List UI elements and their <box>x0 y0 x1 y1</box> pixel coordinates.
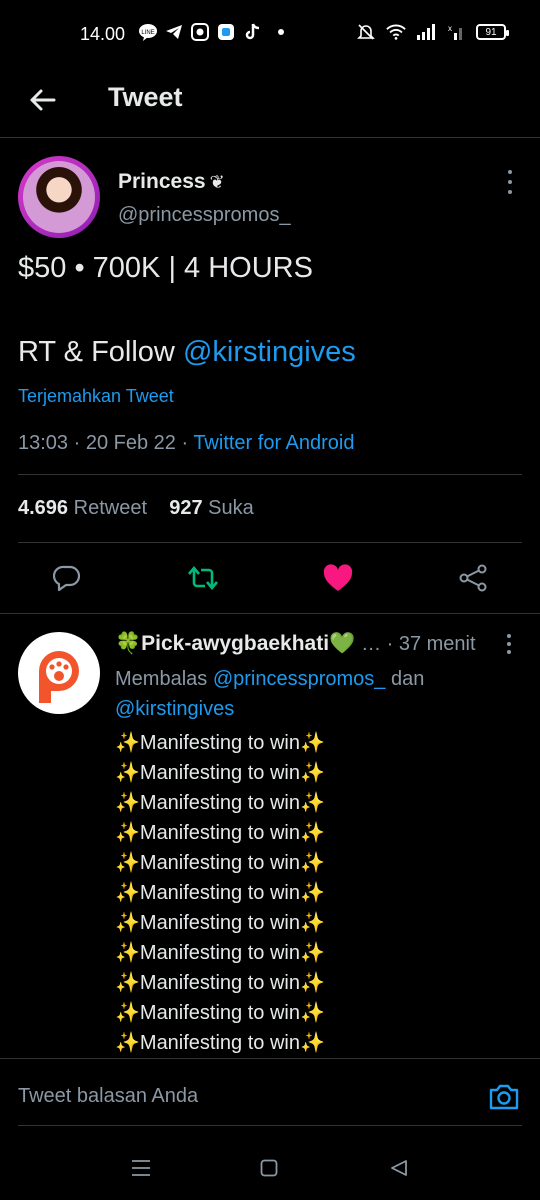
author-name-row[interactable]: Princess ❦ <box>118 170 225 194</box>
camera-icon[interactable] <box>486 1079 522 1115</box>
dot-icon <box>278 29 284 35</box>
reply-header: 🍀Pick-awygbaekhati💚 … · 37 menit <box>115 632 476 656</box>
share-icon[interactable] <box>453 558 493 598</box>
tweet-text-line2: RT & Follow @kirstingives <box>18 336 356 369</box>
reply-text-line: ✨Manifesting to win✨ <box>115 852 325 874</box>
reply-text-line: ✨Manifesting to win✨ <box>115 882 325 904</box>
reply-avatar[interactable] <box>18 632 100 714</box>
like-stat[interactable]: 927 Suka <box>169 497 254 519</box>
reply-text-line: ✨Manifesting to win✨ <box>115 942 325 964</box>
author-handle[interactable]: @princesspromos_ <box>118 204 291 227</box>
tweet-text-line1: $50 • 700K | 4 HOURS <box>18 252 313 284</box>
back-triangle-icon[interactable] <box>387 1156 411 1180</box>
reply-avatar-logo <box>39 651 79 703</box>
reply-text-line: ✨Manifesting to win✨ <box>115 822 325 844</box>
divider <box>18 542 522 543</box>
status-notification-icons: LINE <box>138 22 284 42</box>
tweet-stats: 4.696 Retweet 927 Suka <box>18 497 254 520</box>
reply-author-name[interactable]: 🍀Pick-awygbaekhati💚 <box>115 632 355 655</box>
status-time: 14.00 <box>80 24 126 44</box>
system-nav-bar <box>0 1138 540 1200</box>
reply-input[interactable]: Tweet balasan Anda <box>18 1085 198 1108</box>
like-label: Suka <box>208 497 254 519</box>
reply-text-line: ✨Manifesting to win✨ <box>115 762 325 784</box>
back-arrow-icon[interactable] <box>26 84 58 116</box>
status-system-icons: x 91 <box>356 22 509 42</box>
divider <box>0 613 540 614</box>
replying-and: dan <box>385 668 425 690</box>
more-options-icon[interactable] <box>504 634 514 654</box>
svg-text:x: x <box>448 24 452 33</box>
app-icon <box>216 22 236 42</box>
mention-link[interactable]: @kirstingives <box>115 698 234 720</box>
reply-text-line: ✨Manifesting to win✨ <box>115 972 325 994</box>
retweet-count: 4.696 <box>18 497 69 519</box>
more-options-icon[interactable] <box>504 170 516 194</box>
tweet-source-link[interactable]: Twitter for Android <box>193 432 354 454</box>
translate-link[interactable]: Terjemahkan Tweet <box>18 386 174 407</box>
like-count: 927 <box>169 497 203 519</box>
reply-text-line: ✨Manifesting to win✨ <box>115 732 325 754</box>
retweet-label: Retweet <box>73 497 147 519</box>
mention-link[interactable]: @kirstingives <box>183 336 356 368</box>
svg-text:LINE: LINE <box>141 30 154 36</box>
battery-icon: 91 <box>476 24 509 40</box>
reply-composer: Tweet balasan Anda <box>0 1058 540 1138</box>
mute-icon <box>356 22 376 42</box>
reply-text-line: ✨Manifesting to win✨ <box>115 1002 325 1024</box>
tiktok-icon <box>242 22 262 42</box>
app-bar: Tweet <box>0 68 540 138</box>
wifi-icon <box>386 22 406 42</box>
avatar-image <box>23 161 95 233</box>
camera-app-icon <box>190 22 210 42</box>
author-emoji: ❦ <box>209 172 225 192</box>
page-title: Tweet <box>108 82 183 112</box>
menu-icon[interactable] <box>129 1156 153 1180</box>
retweet-icon[interactable] <box>183 558 223 598</box>
reply-text-line: ✨Manifesting to win✨ <box>115 912 325 934</box>
reply-icon[interactable] <box>47 558 87 598</box>
avatar[interactable] <box>18 156 100 238</box>
composer-underline <box>18 1125 522 1126</box>
replying-to: Membalas @princesspromos_ dan @kirstingi… <box>115 664 515 724</box>
divider <box>18 474 522 475</box>
mention-link[interactable]: @princesspromos_ <box>213 668 386 690</box>
line-icon: LINE <box>138 22 158 42</box>
reply-text: ✨Manifesting to win✨ ✨Manifesting to win… <box>115 728 515 1058</box>
tweet-text-prefix: RT & Follow <box>18 336 183 368</box>
retweet-stat[interactable]: 4.696 Retweet <box>18 497 147 519</box>
author-name: Princess <box>118 170 206 193</box>
telegram-icon <box>164 22 184 42</box>
tweet-actions <box>0 558 540 614</box>
home-square-icon[interactable] <box>257 1156 281 1180</box>
reply-time: … · 37 menit <box>361 633 476 655</box>
like-heart-icon[interactable] <box>318 558 358 598</box>
replying-prefix: Membalas <box>115 668 213 690</box>
reply-text-line: ✨Manifesting to win✨ <box>115 792 325 814</box>
signal-x-icon: x <box>446 22 466 42</box>
status-bar: 14.00 LINE x 91 <box>0 0 540 68</box>
tweet-timestamp: 13:03 · 20 Feb 22 · <box>18 432 194 454</box>
tweet-meta: 13:03 · 20 Feb 22 · Twitter for Android <box>18 432 355 455</box>
signal-icon <box>416 22 436 42</box>
reply-text-line: ✨Manifesting to win✨ <box>115 1032 325 1054</box>
